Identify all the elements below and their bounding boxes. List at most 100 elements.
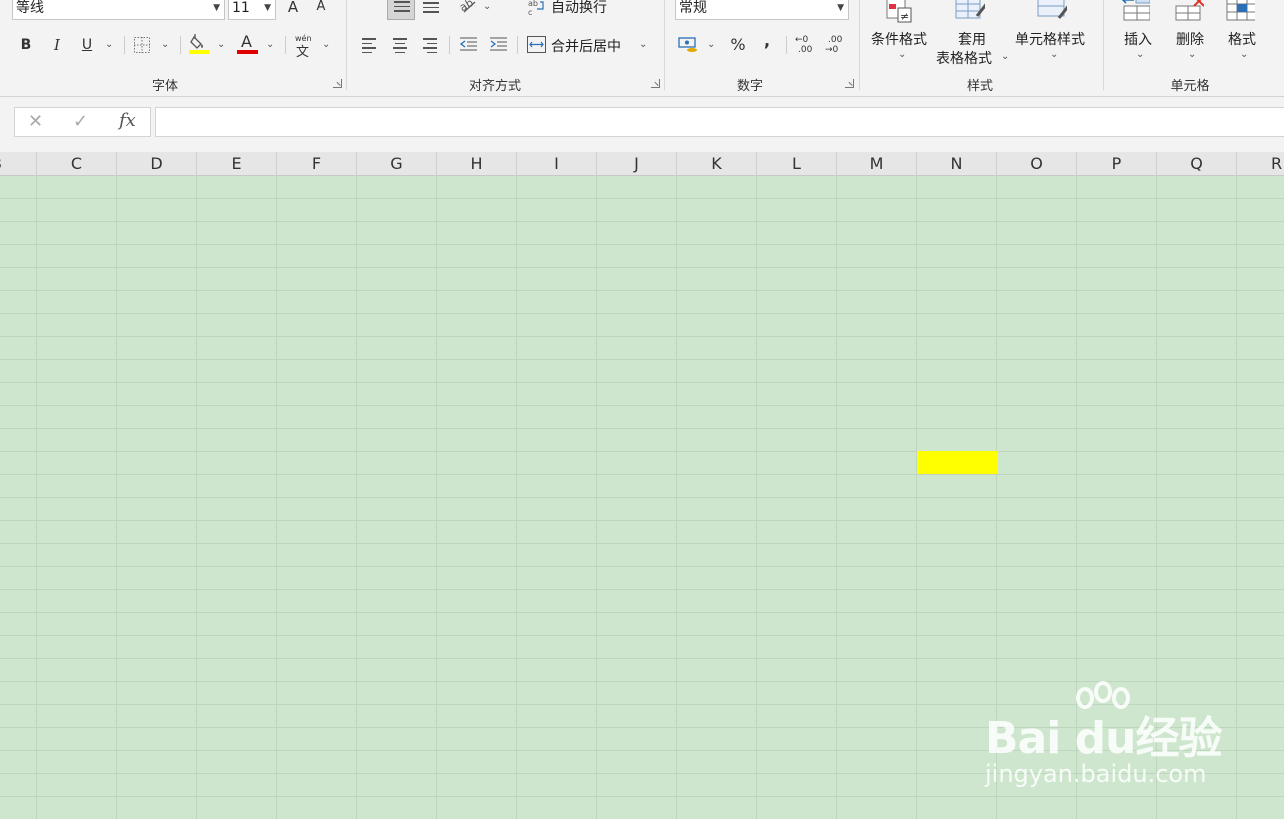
divider bbox=[285, 36, 286, 54]
column-header-C[interactable]: C bbox=[37, 152, 117, 176]
chevron-down-icon: ⌄ bbox=[898, 49, 907, 60]
column-header-E[interactable]: E bbox=[197, 152, 277, 176]
align-middle-button[interactable] bbox=[387, 0, 415, 20]
column-header-I[interactable]: I bbox=[517, 152, 597, 176]
table-format-icon bbox=[955, 0, 985, 19]
divider bbox=[1103, 0, 1104, 90]
wrap-text-button[interactable]: ab c 自动换行 bbox=[528, 0, 638, 19]
number-format-combobox[interactable]: 常规 ▼ bbox=[675, 0, 849, 20]
font-group-label: 字体 bbox=[151, 79, 178, 94]
increase-indent-icon bbox=[490, 37, 507, 51]
italic-button[interactable]: I bbox=[48, 34, 66, 56]
chevron-down-icon: ▼ bbox=[213, 3, 220, 13]
chevron-down-icon[interactable]: ⌄ bbox=[639, 40, 647, 50]
watermark-url: jingyan.baidu.com bbox=[985, 760, 1207, 788]
font-size-value: 11 bbox=[232, 0, 250, 16]
chevron-down-icon[interactable]: ⌄ bbox=[266, 40, 274, 50]
format-cells-button[interactable]: 格式 ⌄ bbox=[1222, 0, 1264, 66]
border-button[interactable] bbox=[134, 37, 150, 53]
enter-icon[interactable]: ✓ bbox=[73, 111, 88, 132]
align-top-button[interactable] bbox=[362, 0, 378, 3]
bold-button[interactable]: B bbox=[17, 34, 35, 56]
alignment-dialog-launcher-icon[interactable] bbox=[651, 79, 660, 88]
highlighted-cell-N[interactable] bbox=[917, 451, 998, 474]
align-bottom-button[interactable] bbox=[423, 2, 439, 16]
chevron-down-icon[interactable]: ⌄ bbox=[105, 40, 113, 50]
accounting-format-button[interactable] bbox=[678, 35, 700, 55]
conditional-format-button[interactable]: ≠ 条件格式 ⌄ bbox=[866, 0, 936, 66]
column-header-M[interactable]: M bbox=[837, 152, 917, 176]
orientation-button[interactable]: ab bbox=[457, 0, 478, 16]
divider bbox=[664, 0, 665, 90]
format-as-table-button[interactable]: 套用 表格格式 ⌄ bbox=[935, 0, 1013, 67]
wrap-text-label: 自动换行 bbox=[551, 0, 607, 16]
text-orientation-icon: ab bbox=[457, 0, 475, 14]
divider bbox=[517, 36, 518, 54]
underline-button[interactable]: U bbox=[78, 34, 96, 56]
align-center-button[interactable] bbox=[393, 38, 409, 56]
insert-function-icon[interactable]: fx bbox=[119, 110, 136, 131]
delete-cells-icon bbox=[1175, 0, 1204, 21]
decrease-indent-button[interactable] bbox=[458, 36, 478, 54]
cell-styles-button[interactable]: 单元格样式 ⌄ bbox=[1013, 0, 1095, 66]
decrease-decimal-button[interactable]: .00 →0 bbox=[825, 35, 847, 57]
column-header-P[interactable]: P bbox=[1077, 152, 1157, 176]
ribbon: 等线 ▼ 11 ▼ A A B I U ⌄ ⌄ ⌄ A ⌄ wén 文 ⌄ 字体 bbox=[0, 0, 1284, 97]
styles-group-label: 样式 bbox=[966, 79, 993, 94]
format-as-table-label-1: 套用 bbox=[958, 32, 986, 48]
chevron-down-icon[interactable]: ⌄ bbox=[707, 40, 715, 50]
number-dialog-launcher-icon[interactable] bbox=[845, 79, 854, 88]
chevron-down-icon: ⌄ bbox=[1136, 49, 1145, 60]
column-header-K[interactable]: K bbox=[677, 152, 757, 176]
column-header-R[interactable]: R bbox=[1237, 152, 1284, 176]
column-header-N[interactable]: N bbox=[917, 152, 997, 176]
merge-center-button[interactable]: 合并后居中 ⌄ bbox=[527, 34, 652, 56]
column-header-B[interactable]: B bbox=[0, 152, 37, 176]
comma-style-button[interactable]: , bbox=[760, 30, 774, 52]
chevron-down-icon[interactable]: ⌄ bbox=[322, 40, 330, 50]
column-header-G[interactable]: G bbox=[357, 152, 437, 176]
align-right-button[interactable] bbox=[423, 38, 439, 56]
percent-style-button[interactable]: % bbox=[728, 34, 748, 56]
conditional-format-icon: ≠ bbox=[886, 0, 912, 23]
font-name-combobox[interactable]: 等线 ▼ bbox=[12, 0, 225, 20]
column-header-Q[interactable]: Q bbox=[1157, 152, 1237, 176]
cells-group-label: 单元格 bbox=[1170, 79, 1210, 94]
align-left-button[interactable] bbox=[362, 38, 378, 56]
conditional-format-label: 条件格式 bbox=[871, 32, 927, 48]
svg-text:c: c bbox=[528, 8, 532, 16]
cell-styles-label: 单元格样式 bbox=[1015, 32, 1085, 48]
insert-cells-button[interactable]: 插入 ⌄ bbox=[1118, 0, 1160, 66]
chevron-down-icon: ▼ bbox=[837, 3, 844, 13]
increase-decimal-button[interactable]: ←0 .00 bbox=[795, 35, 817, 57]
chevron-down-icon[interactable]: ⌄ bbox=[161, 40, 169, 50]
cancel-icon[interactable]: ✕ bbox=[28, 111, 43, 132]
phonetic-guide-button[interactable]: wén 文 bbox=[294, 34, 316, 60]
column-header-F[interactable]: F bbox=[277, 152, 357, 176]
phonetic-icon: 文 bbox=[296, 45, 310, 60]
chevron-down-icon[interactable]: ⌄ bbox=[483, 2, 491, 12]
font-size-combobox[interactable]: 11 ▼ bbox=[228, 0, 276, 20]
divider bbox=[180, 36, 181, 54]
grow-font-button[interactable]: A bbox=[284, 0, 302, 18]
font-color-button[interactable]: A bbox=[237, 32, 259, 55]
alignment-group-label: 对齐方式 bbox=[468, 79, 521, 94]
baidu-watermark: Bai du经验 jingyan.baidu.com bbox=[985, 680, 1225, 790]
insert-cells-label: 插入 bbox=[1124, 32, 1152, 48]
column-header-J[interactable]: J bbox=[597, 152, 677, 176]
shrink-font-button[interactable]: A bbox=[312, 0, 330, 18]
formula-input[interactable] bbox=[155, 107, 1284, 137]
chevron-down-icon[interactable]: ⌄ bbox=[217, 40, 225, 50]
fill-color-button[interactable] bbox=[189, 33, 209, 55]
border-icon bbox=[134, 37, 150, 53]
increase-indent-button[interactable] bbox=[488, 36, 508, 54]
decrease-indent-icon bbox=[459, 37, 477, 51]
svg-text:ab: ab bbox=[528, 0, 538, 8]
chevron-down-icon: ⌄ bbox=[1050, 49, 1059, 60]
column-header-H[interactable]: H bbox=[437, 152, 517, 176]
delete-cells-button[interactable]: 删除 ⌄ bbox=[1170, 0, 1212, 66]
font-dialog-launcher-icon[interactable] bbox=[333, 79, 342, 88]
column-header-D[interactable]: D bbox=[117, 152, 197, 176]
column-header-O[interactable]: O bbox=[997, 152, 1077, 176]
column-header-L[interactable]: L bbox=[757, 152, 837, 176]
